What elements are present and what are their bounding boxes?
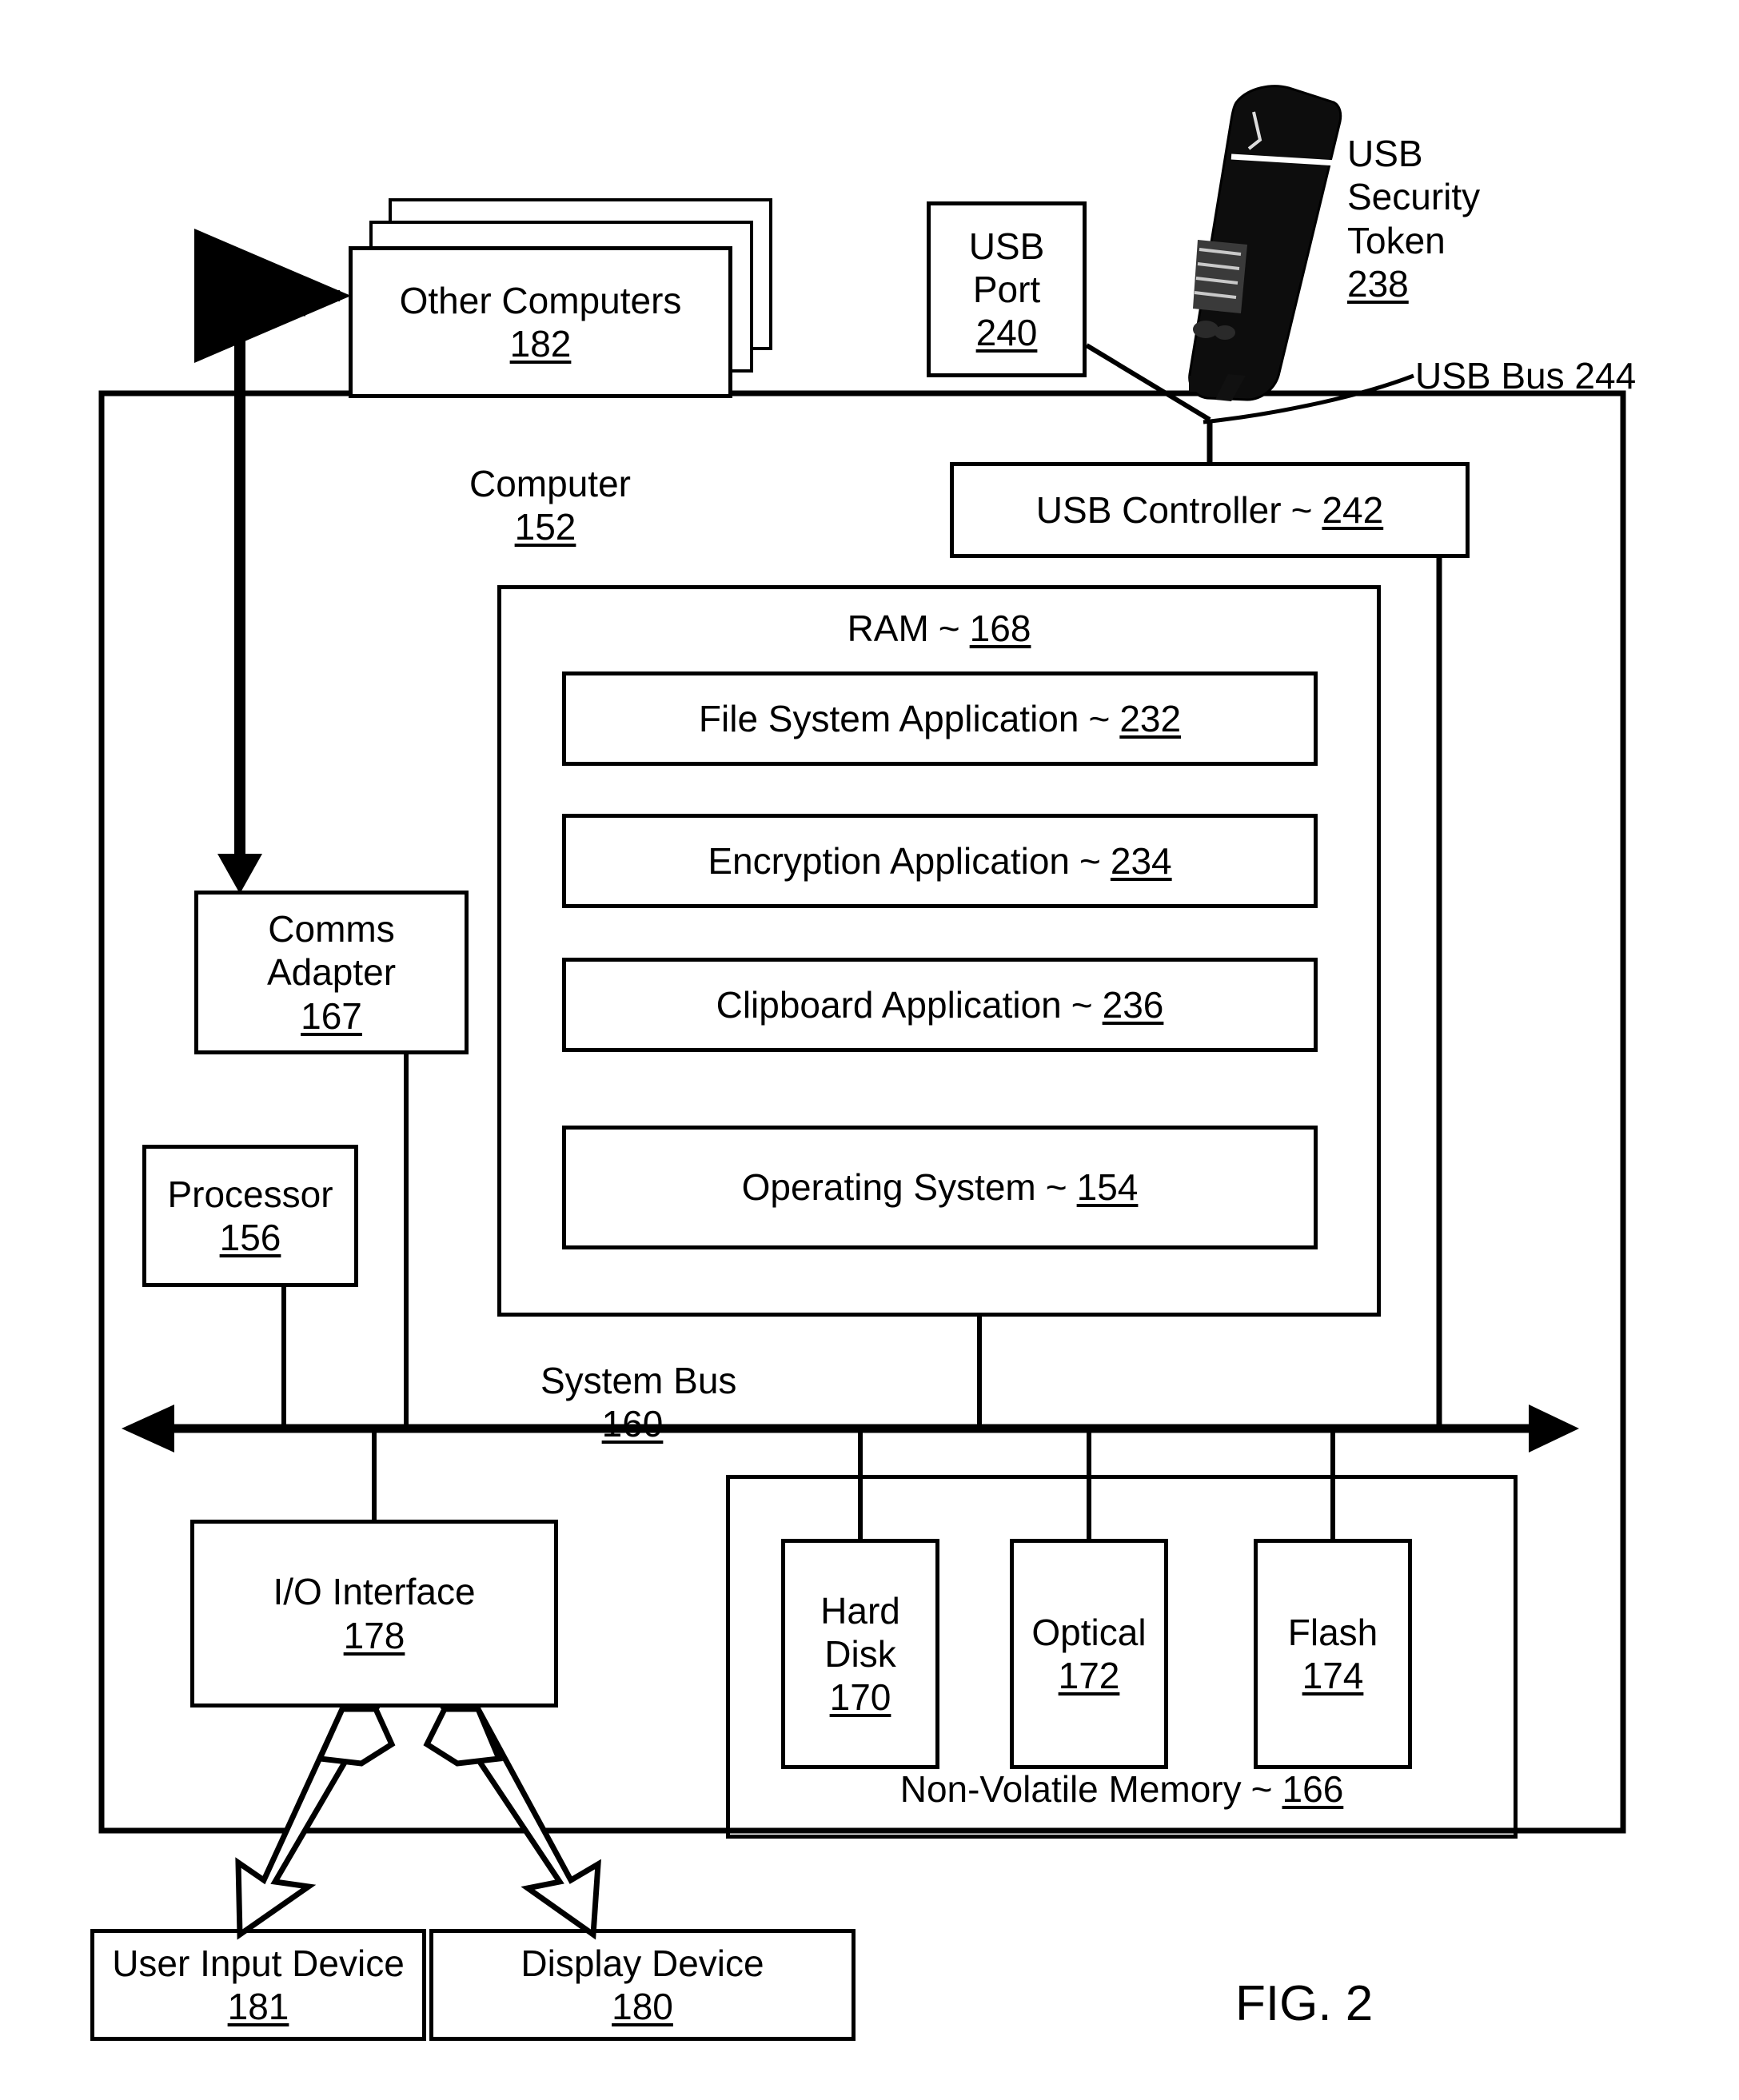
io-to-display-arrow-head-top: [423, 1706, 504, 1767]
network-link-ref: 184: [230, 270, 293, 312]
usb-bus-label: USB Bus 244: [1415, 355, 1637, 396]
operating-system-label: Operating System: [741, 1166, 1036, 1209]
usb-controller-ref: 242: [1322, 488, 1384, 531]
comms-adapter-label-1: Comms: [268, 908, 395, 950]
computer-ref: 152: [514, 506, 576, 548]
processor-box[interactable]: Processor 156: [142, 1145, 358, 1287]
usb-controller-label: USB Controller: [1035, 488, 1282, 531]
io-to-display-arrow: [439, 1706, 601, 1940]
optical-box[interactable]: Optical 172: [1010, 1539, 1168, 1769]
io-interface-label: I/O Interface: [273, 1571, 476, 1613]
non-volatile-memory-title: Non-Volatile Memory ~166: [900, 1767, 1344, 1811]
display-device-label: Display Device: [521, 1942, 764, 1984]
usb-token-label-3: Token: [1347, 219, 1446, 261]
processor-label: Processor: [167, 1173, 333, 1215]
ram-module-encryption-application[interactable]: Encryption Application ~234: [562, 814, 1318, 908]
file-system-application-ref: 232: [1119, 697, 1182, 739]
io-to-user-input-arrow: [235, 1706, 381, 1940]
hard-disk-ref: 170: [829, 1676, 891, 1719]
ram-tilde: ~: [938, 608, 960, 649]
display-device-ref: 180: [612, 1986, 673, 2027]
patent-figure-2: Other Computers 182 184 USB Port 240 USB…: [0, 0, 1739, 2100]
user-input-device-box[interactable]: User Input Device 181: [90, 1929, 426, 2041]
computer-label: Computer 152: [469, 462, 631, 549]
usb-token-label-2: Security: [1347, 176, 1481, 218]
system-bus-label-text: System Bus: [540, 1360, 737, 1401]
non-volatile-memory-label: Non-Volatile Memory: [899, 1767, 1242, 1810]
user-input-device-ref: 181: [227, 1986, 289, 2027]
clipboard-application-label: Clipboard Application: [716, 983, 1062, 1026]
other-computers-ref: 182: [509, 323, 572, 365]
comms-adapter-label-2: Adapter: [266, 951, 397, 994]
non-volatile-memory-ref: 166: [1282, 1767, 1344, 1810]
io-interface-box[interactable]: I/O Interface 178: [190, 1520, 558, 1707]
flash-ref: 174: [1302, 1655, 1364, 1696]
usb-port-lead-line: [1085, 343, 1211, 422]
usb-bus-leader: [1203, 373, 1414, 424]
computer-label-text: Computer: [469, 463, 631, 504]
usb-port-box[interactable]: USB Port 240: [927, 201, 1087, 377]
hard-disk-label-2: Disk: [824, 1632, 896, 1675]
ram-module-operating-system[interactable]: Operating System ~154: [562, 1126, 1318, 1249]
comms-adapter-box[interactable]: Comms Adapter 167: [194, 891, 469, 1054]
operating-system-tilde: ~: [1045, 1166, 1067, 1209]
file-system-application-label: File System Application: [698, 697, 1079, 739]
system-bus-label: System Bus 160: [540, 1359, 737, 1446]
hard-disk-box[interactable]: Hard Disk 170: [781, 1539, 939, 1769]
io-interface-ref: 178: [343, 1614, 405, 1656]
usb-controller-tilde: ~: [1290, 488, 1313, 531]
ram-ref: 168: [969, 608, 1031, 649]
processor-ref: 156: [219, 1217, 281, 1258]
flash-box[interactable]: Flash 174: [1254, 1539, 1412, 1769]
usb-port-ref: 240: [975, 312, 1038, 354]
usb-token-label-1: USB: [1347, 133, 1423, 174]
flash-label: Flash: [1287, 1611, 1378, 1653]
clipboard-application-ref: 236: [1102, 983, 1164, 1026]
encryption-application-label: Encryption Application: [708, 839, 1070, 882]
system-bus-arrowhead-right: [1529, 1405, 1579, 1452]
usb-port-label-1: USB: [968, 225, 1045, 267]
ram-title: RAM ~168: [848, 607, 1031, 650]
operating-system-ref: 154: [1076, 1166, 1139, 1209]
usb-controller-box[interactable]: USB Controller ~242: [950, 462, 1470, 558]
io-to-user-input-arrow-head-top: [315, 1706, 396, 1767]
ram-module-clipboard-application[interactable]: Clipboard Application ~236: [562, 958, 1318, 1052]
file-system-application-tilde: ~: [1088, 697, 1111, 739]
usb-token-ref: 238: [1347, 262, 1409, 305]
optical-label: Optical: [1031, 1611, 1147, 1653]
other-computers-box[interactable]: Other Computers 182: [349, 246, 732, 398]
figure-caption: FIG. 2: [1235, 1976, 1374, 2031]
system-bus-ref: 160: [601, 1403, 664, 1445]
optical-ref: 172: [1058, 1655, 1120, 1696]
hard-disk-label-1: Hard: [820, 1589, 900, 1632]
comms-adapter-arrowhead: [217, 854, 262, 894]
ram-module-file-system-application[interactable]: File System Application ~232: [562, 671, 1318, 766]
encryption-application-tilde: ~: [1079, 839, 1101, 882]
ram-label: RAM: [847, 608, 929, 649]
usb-controller-text: USB Controller ~242: [1036, 488, 1383, 532]
non-volatile-memory-tilde: ~: [1250, 1767, 1273, 1810]
encryption-application-ref: 234: [1110, 839, 1172, 882]
usb-security-token-label: USB Security Token 238: [1347, 132, 1480, 305]
user-input-device-label: User Input Device: [112, 1942, 405, 1984]
system-bus-arrowhead-left: [122, 1405, 174, 1452]
display-device-box[interactable]: Display Device 180: [429, 1929, 856, 2041]
usb-security-token-icon: [1188, 85, 1342, 401]
usb-port-label-2: Port: [972, 268, 1041, 310]
other-computers-label: Other Computers: [399, 279, 682, 321]
clipboard-application-tilde: ~: [1071, 983, 1093, 1026]
comms-adapter-ref: 167: [301, 994, 362, 1037]
